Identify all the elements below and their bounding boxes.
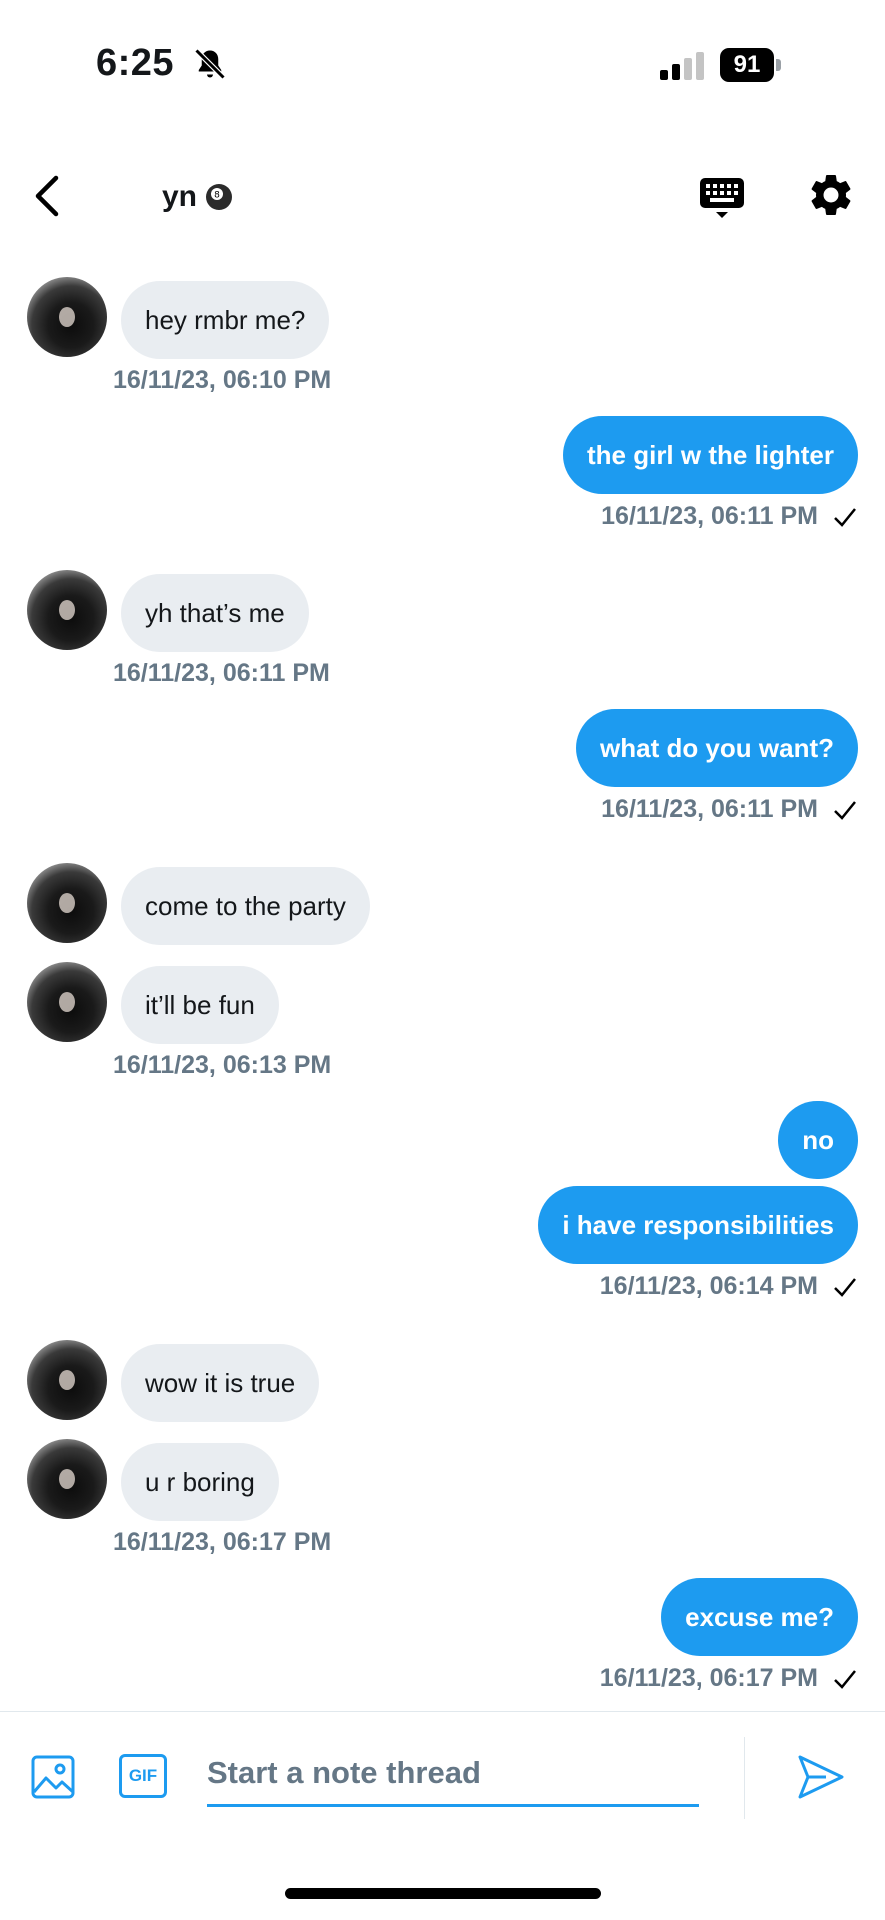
send-icon[interactable] [796,1752,846,1802]
conversation-header: yn 8 [0,150,885,240]
outgoing-message[interactable]: the girl w the lighter [562,416,858,494]
status-bar: 6:25 91 [0,0,885,130]
message-timestamp: 16/11/23, 06:17 PM [113,1528,332,1556]
status-time: 6:25 [96,42,175,84]
contact-name: yn [162,180,198,213]
message-timestamp-row: 16/11/23, 06:17 PM [600,1664,858,1693]
checkmark-icon [834,800,856,820]
home-indicator[interactable] [285,1888,601,1899]
message-timestamp: 16/11/23, 06:14 PM [599,1272,818,1300]
incoming-message[interactable]: come to the party [121,867,370,945]
message-timestamp: 16/11/23, 06:11 PM [113,659,330,687]
bell-slash-icon [194,48,226,80]
message-timestamp-row: 16/11/23, 06:11 PM [601,502,858,531]
image-icon[interactable] [30,1754,76,1800]
avatar[interactable] [27,962,107,1042]
avatar[interactable] [27,570,107,650]
checkmark-icon [834,507,856,527]
signal-icon [660,52,704,80]
avatar[interactable] [27,277,107,357]
incoming-message[interactable]: wow it is true [121,1344,320,1422]
message-timestamp-row: 16/11/23, 06:11 PM [601,795,858,824]
avatar[interactable] [27,1439,107,1519]
outgoing-message[interactable]: i have responsibilities [538,1186,858,1264]
message-timestamp: 16/11/23, 06:11 PM [601,502,818,530]
gear-icon[interactable] [806,170,856,220]
composer-bar: GIF [0,1711,885,1842]
battery-level: 91 [720,48,774,82]
conversation-title[interactable]: yn 8 [162,180,233,214]
incoming-message[interactable]: it’ll be fun [121,966,279,1044]
divider [744,1737,745,1819]
incoming-message[interactable]: yh that’s me [121,574,309,652]
avatar[interactable] [27,863,107,943]
battery-icon: 91 [720,48,782,82]
message-timestamp: 16/11/23, 06:10 PM [113,366,332,394]
checkmark-icon [834,1669,856,1689]
avatar[interactable] [27,1340,107,1420]
8-ball-icon: 8 [206,184,233,210]
outgoing-message[interactable]: no [778,1101,858,1179]
incoming-message[interactable]: hey rmbr me? [121,281,330,359]
message-timestamp: 16/11/23, 06:11 PM [601,795,818,823]
gif-button[interactable]: GIF [119,1754,167,1798]
note-thread-input[interactable] [207,1742,699,1807]
svg-text:8: 8 [214,191,220,201]
message-timestamp-row: 16/11/23, 06:14 PM [600,1272,858,1301]
message-timestamp: 16/11/23, 06:17 PM [599,1664,818,1692]
outgoing-message[interactable]: excuse me? [661,1578,858,1656]
incoming-message[interactable]: u r boring [121,1443,279,1521]
checkmark-icon [834,1277,856,1297]
message-timestamp: 16/11/23, 06:13 PM [113,1051,332,1079]
keyboard-icon[interactable] [698,174,746,222]
chevron-left-icon[interactable] [28,172,68,220]
outgoing-message[interactable]: what do you want? [576,709,858,787]
